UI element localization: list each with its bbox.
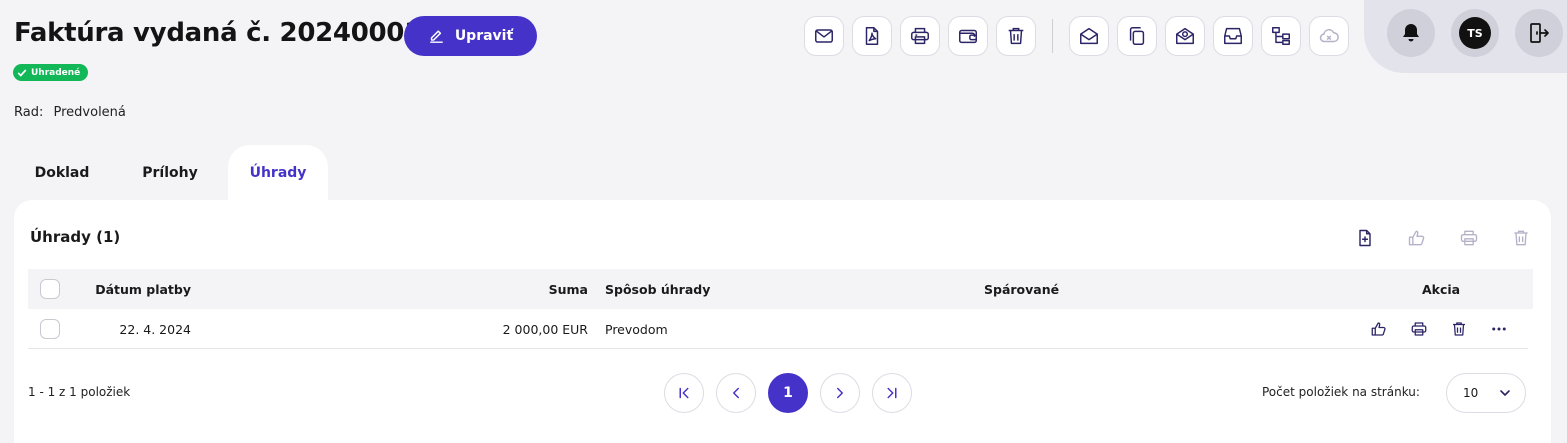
last-page-button[interactable] xyxy=(872,373,912,413)
row-date: 22. 4. 2024 xyxy=(119,321,191,337)
edit-button-label: Upraviť xyxy=(454,28,514,44)
next-page-button[interactable] xyxy=(820,373,860,413)
table-row: 22. 4. 2024 2 000,00 EUR Prevodom xyxy=(28,309,1528,349)
pagination: 1 xyxy=(664,373,924,413)
column-actions: Akcia xyxy=(1422,281,1461,297)
delete-payment-button[interactable] xyxy=(1509,226,1533,250)
rad-value: Predvolená xyxy=(53,105,126,120)
rad-label: Rad: xyxy=(14,105,44,120)
payment-button[interactable] xyxy=(948,16,988,56)
chevron-right-icon xyxy=(837,387,843,399)
document-toolbar xyxy=(804,16,1357,56)
last-page-icon xyxy=(887,387,897,399)
wallet-icon xyxy=(959,29,977,44)
row-delete-button[interactable] xyxy=(1449,319,1469,339)
cloud-button[interactable] xyxy=(1309,16,1349,56)
column-sum[interactable]: Suma xyxy=(428,269,588,309)
add-document-icon xyxy=(1359,229,1371,247)
first-page-button[interactable] xyxy=(664,373,704,413)
prev-page-button[interactable] xyxy=(716,373,756,413)
pencil-icon xyxy=(429,29,443,43)
notifications-button[interactable] xyxy=(1387,9,1435,57)
per-page-value: 10 xyxy=(1463,386,1479,400)
thumbs-up-icon xyxy=(1408,230,1425,246)
edit-button[interactable]: Upraviť xyxy=(404,16,537,56)
column-matched[interactable]: Spárované xyxy=(984,269,1059,309)
open-mail-icon xyxy=(1080,27,1098,45)
bell-icon xyxy=(1403,24,1419,42)
mail-badge-icon xyxy=(1176,27,1194,45)
mail-reminder-button[interactable] xyxy=(1165,16,1205,56)
check-icon xyxy=(17,69,27,77)
rad-field: Rad: Predvolená xyxy=(14,105,126,120)
row-sum: 2 000,00 EUR xyxy=(502,321,588,337)
copy-button[interactable] xyxy=(1117,16,1157,56)
logout-icon xyxy=(1530,23,1549,43)
per-page-label: Počet položiek na stránku: xyxy=(1262,385,1420,399)
user-corner: TS xyxy=(1364,0,1567,73)
column-date[interactable]: Dátum platby xyxy=(28,269,191,309)
toolbar-divider xyxy=(1052,19,1053,53)
tab-prilohy[interactable]: Prílohy xyxy=(122,145,218,201)
status-badge: Uhradené xyxy=(13,64,89,81)
row-match-button[interactable] xyxy=(1369,319,1389,339)
copy-icon xyxy=(1129,27,1145,45)
print-button[interactable] xyxy=(900,16,940,56)
archive-button[interactable] xyxy=(1213,16,1253,56)
logout-button[interactable] xyxy=(1515,9,1563,57)
delete-button[interactable] xyxy=(996,16,1036,56)
table-header: Dátum platby Suma Spôsob úhrady Spárovan… xyxy=(28,269,1533,309)
trash-icon xyxy=(1008,27,1024,45)
print-payment-button[interactable] xyxy=(1457,226,1481,250)
page-title: Faktúra vydaná č. 20240001 xyxy=(14,18,422,48)
print-icon xyxy=(1411,322,1427,336)
add-payment-button[interactable] xyxy=(1353,226,1377,250)
page-button-current[interactable]: 1 xyxy=(768,373,808,413)
row-actions xyxy=(1369,309,1509,349)
status-badge-label: Uhradené xyxy=(31,67,81,78)
per-page-select[interactable]: 10 xyxy=(1446,373,1526,413)
payments-card: Úhrady (1) Dátum platby Suma Spôsob úhra… xyxy=(14,200,1551,443)
tab-uhrady[interactable]: Úhrady xyxy=(228,145,328,201)
user-avatar-button[interactable]: TS xyxy=(1451,9,1499,57)
payments-title: Úhrady (1) xyxy=(30,228,121,246)
archive-icon xyxy=(1224,27,1242,45)
pdf-button[interactable] xyxy=(852,16,892,56)
payments-actions xyxy=(1325,226,1533,250)
chevron-left-icon xyxy=(733,387,739,399)
trash-icon xyxy=(1453,322,1465,336)
thumbs-up-icon xyxy=(1371,322,1386,336)
row-method: Prevodom xyxy=(605,321,668,337)
trash-icon xyxy=(1514,230,1528,246)
tab-doklad[interactable]: Doklad xyxy=(14,145,110,201)
avatar: TS xyxy=(1459,17,1491,49)
pagination-info: 1 - 1 z 1 položiek xyxy=(28,385,131,399)
cloud-icon xyxy=(1319,29,1339,43)
mail-icon xyxy=(815,29,833,43)
send-email-button[interactable] xyxy=(804,16,844,56)
first-page-icon xyxy=(679,387,689,399)
print-icon xyxy=(911,27,929,45)
more-dots-icon xyxy=(1492,327,1506,331)
print-icon xyxy=(1460,230,1478,246)
tree-icon xyxy=(1272,27,1290,45)
row-more-button[interactable] xyxy=(1489,319,1509,339)
row-print-button[interactable] xyxy=(1409,319,1429,339)
chevron-down-icon xyxy=(1500,390,1510,396)
pdf-icon xyxy=(865,27,879,45)
structure-button[interactable] xyxy=(1261,16,1301,56)
match-payment-button[interactable] xyxy=(1405,226,1429,250)
open-mail-button[interactable] xyxy=(1069,16,1109,56)
column-method[interactable]: Spôsob úhrady xyxy=(605,269,710,309)
